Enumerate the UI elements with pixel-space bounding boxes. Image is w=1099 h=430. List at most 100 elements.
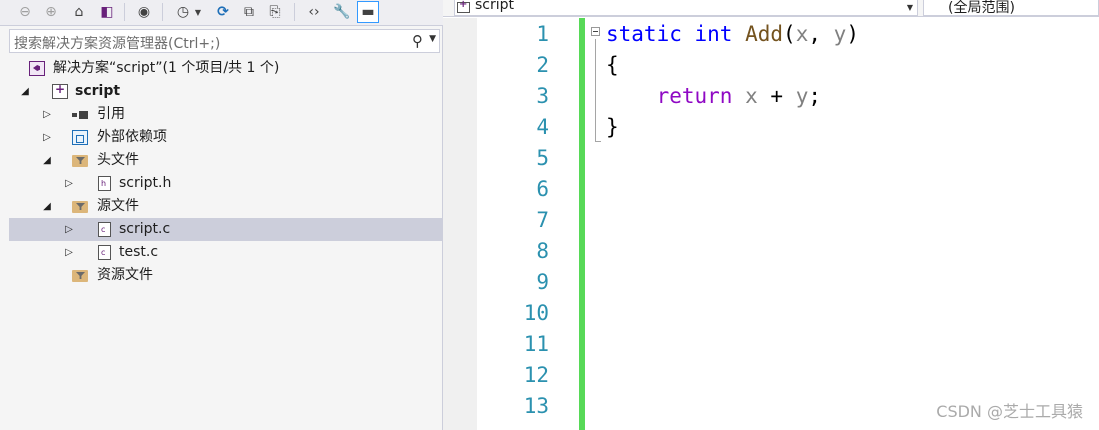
solution-icon bbox=[29, 61, 45, 76]
expanded-arrow-icon[interactable]: ◢ bbox=[41, 199, 53, 213]
watermark: CSDN @芝士工具猿 bbox=[936, 402, 1083, 421]
punctuation: ; bbox=[808, 84, 821, 108]
code-line-3: return x + y; bbox=[606, 84, 821, 108]
collapsed-arrow-icon[interactable]: ▷ bbox=[63, 176, 75, 190]
line-number: 13 bbox=[523, 394, 549, 418]
project-dropdown-label: script bbox=[475, 0, 515, 13]
navigation-bar: script ▼ (全局范围) bbox=[443, 0, 1099, 17]
tree-item-script-c[interactable]: ▷ c script.c bbox=[9, 218, 443, 241]
solution-explorer-toolbar: ⊖ ⊕ ⌂ ◧ ◉ ◷ ▼ ⟳ ⧉ ⎘ ‹› 🔧 ▬ bbox=[0, 0, 443, 26]
tree-item-label: 引用 bbox=[97, 106, 125, 122]
dropdown-arrow-icon[interactable]: ▼ bbox=[192, 1, 204, 23]
tree-item-solution[interactable]: 解决方案“script”(1 个项目/共 1 个) bbox=[9, 57, 443, 80]
project-icon bbox=[457, 0, 470, 13]
c-file-icon: c bbox=[98, 245, 111, 260]
toolbar-separator bbox=[124, 3, 125, 21]
tree-item-label: script bbox=[75, 83, 121, 99]
tree-item-header-files[interactable]: ◢ 头文件 bbox=[9, 149, 443, 172]
line-number: 11 bbox=[523, 332, 549, 356]
solution-tree: 解决方案“script”(1 个项目/共 1 个) ◢ script ▷ 引用 … bbox=[9, 57, 443, 430]
toolbar-separator bbox=[294, 3, 295, 21]
solution-explorer-panel: ⊖ ⊕ ⌂ ◧ ◉ ◷ ▼ ⟳ ⧉ ⎘ ‹› 🔧 ▬ 搜索解决方案资源管理器(C… bbox=[0, 0, 443, 430]
forward-icon[interactable]: ⊕ bbox=[40, 1, 62, 23]
tree-item-resource-files[interactable]: 资源文件 bbox=[9, 264, 443, 287]
collapsed-arrow-icon[interactable]: ▷ bbox=[63, 245, 75, 259]
project-dropdown[interactable]: script ▼ bbox=[454, 0, 918, 16]
outline-guide bbox=[595, 39, 596, 141]
filter-folder-icon bbox=[72, 199, 88, 214]
collapse-region-icon[interactable] bbox=[591, 27, 600, 36]
punctuation: , bbox=[808, 22, 834, 46]
outline-guide-end bbox=[595, 141, 601, 142]
properties-icon[interactable]: 🔧 bbox=[331, 1, 353, 23]
scope-dropdown-label: (全局范围) bbox=[948, 0, 1015, 16]
change-tracking-bar bbox=[579, 18, 585, 430]
search-placeholder: 搜索解决方案资源管理器(Ctrl+;) bbox=[14, 36, 221, 52]
parameter: x bbox=[745, 84, 758, 108]
punctuation: ) bbox=[846, 22, 859, 46]
filter-folder-icon bbox=[72, 153, 88, 168]
preview-icon[interactable]: ▬ bbox=[357, 1, 379, 23]
indicator-margin[interactable] bbox=[443, 18, 477, 430]
keyword: int bbox=[694, 22, 733, 46]
search-input[interactable]: 搜索解决方案资源管理器(Ctrl+;) ⚲ ▼ bbox=[9, 29, 440, 53]
search-options-dropdown-icon[interactable]: ▼ bbox=[429, 34, 436, 44]
scope-dropdown[interactable]: (全局范围) bbox=[923, 0, 1099, 16]
collapsed-arrow-icon[interactable]: ▷ bbox=[41, 130, 53, 144]
parameter: y bbox=[795, 84, 809, 108]
tree-item-project[interactable]: ◢ script bbox=[9, 80, 443, 103]
line-number: 1 bbox=[536, 22, 549, 46]
line-number: 7 bbox=[536, 208, 549, 232]
punctuation: ( bbox=[783, 22, 796, 46]
show-all-files-icon[interactable]: ⎘ bbox=[264, 1, 286, 23]
code-line-2: { bbox=[606, 53, 619, 77]
code-line-4: } bbox=[606, 115, 619, 139]
code-line-1: static int Add(x, y) bbox=[606, 22, 859, 46]
switch-views-icon[interactable]: ◧ bbox=[96, 1, 118, 23]
line-number: 6 bbox=[536, 177, 549, 201]
tree-item-references[interactable]: ▷ 引用 bbox=[9, 103, 443, 126]
pending-changes-icon[interactable]: ◷ bbox=[172, 1, 194, 23]
code-editor: script ▼ (全局范围) 1 2 3 4 5 6 7 8 9 10 11 … bbox=[443, 0, 1099, 430]
line-number: 9 bbox=[536, 270, 549, 294]
tree-item-source-files[interactable]: ◢ 源文件 bbox=[9, 195, 443, 218]
view-code-icon[interactable]: ‹› bbox=[303, 1, 325, 23]
tree-item-label: script.h bbox=[119, 175, 172, 191]
control-keyword: return bbox=[656, 84, 733, 108]
expanded-arrow-icon[interactable]: ◢ bbox=[41, 153, 53, 167]
toolbar-separator bbox=[162, 3, 163, 21]
globe-icon[interactable]: ◉ bbox=[133, 1, 155, 23]
tree-item-label: test.c bbox=[119, 244, 159, 260]
search-icon[interactable]: ⚲ bbox=[412, 32, 423, 50]
operator: + bbox=[757, 84, 796, 108]
collapse-all-icon[interactable]: ⧉ bbox=[238, 1, 260, 23]
chevron-down-icon[interactable]: ▼ bbox=[907, 3, 913, 12]
tree-item-test-c[interactable]: ▷ c test.c bbox=[9, 241, 443, 264]
line-number: 10 bbox=[523, 301, 549, 325]
tree-item-label: 外部依赖项 bbox=[97, 129, 167, 145]
tree-item-external-dependencies[interactable]: ▷ 外部依赖项 bbox=[9, 126, 443, 149]
line-number: 12 bbox=[523, 363, 549, 387]
keyword: static bbox=[606, 22, 682, 46]
line-number: 8 bbox=[536, 239, 549, 263]
expanded-arrow-icon[interactable]: ◢ bbox=[19, 84, 31, 98]
collapsed-arrow-icon[interactable]: ▷ bbox=[63, 222, 75, 236]
tree-item-label: 源文件 bbox=[97, 198, 139, 214]
line-number: 3 bbox=[536, 84, 549, 108]
line-number-gutter: 1 2 3 4 5 6 7 8 9 10 11 12 13 bbox=[443, 18, 579, 430]
back-icon[interactable]: ⊖ bbox=[14, 1, 36, 23]
tree-item-label: script.c bbox=[119, 221, 171, 237]
tree-item-label: 解决方案“script”(1 个项目/共 1 个) bbox=[53, 60, 280, 76]
references-icon bbox=[72, 107, 88, 122]
refresh-icon[interactable]: ⟳ bbox=[212, 1, 234, 23]
home-icon[interactable]: ⌂ bbox=[68, 1, 90, 23]
line-number: 4 bbox=[536, 115, 549, 139]
line-number: 5 bbox=[536, 146, 549, 170]
project-icon bbox=[52, 82, 68, 99]
tree-item-script-h[interactable]: ▷ h script.h bbox=[9, 172, 443, 195]
parameter: y bbox=[833, 22, 847, 46]
code-text-area[interactable]: static int Add(x, y) { return x + y; } bbox=[606, 18, 1086, 430]
function-name: Add bbox=[745, 22, 784, 46]
collapsed-arrow-icon[interactable]: ▷ bbox=[41, 107, 53, 121]
